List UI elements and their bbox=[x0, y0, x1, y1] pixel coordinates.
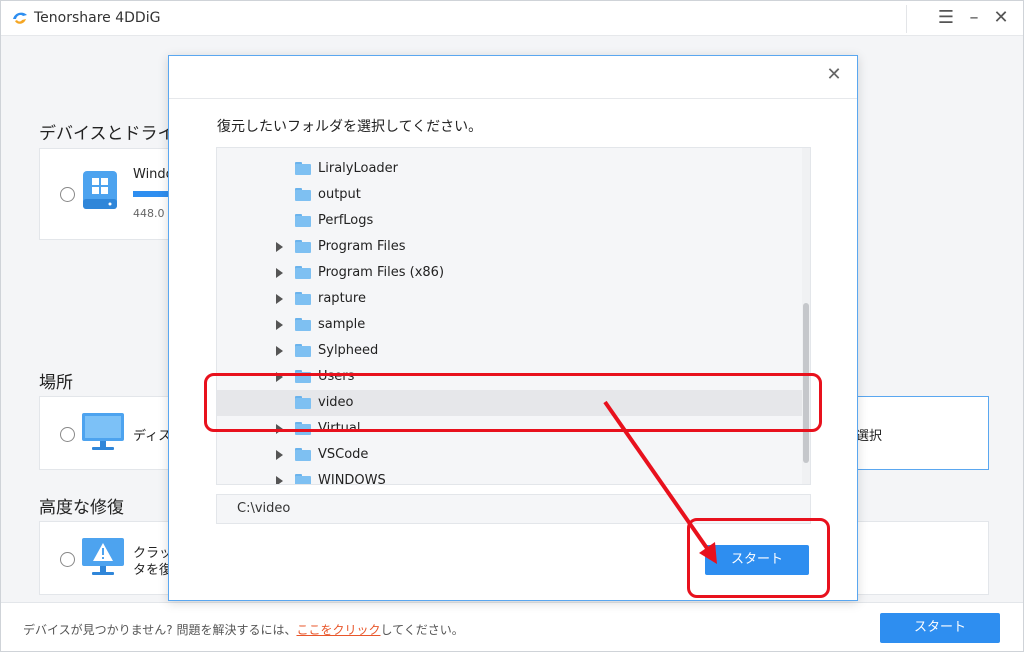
folder-icon bbox=[295, 266, 311, 279]
folder-name: sample bbox=[318, 317, 366, 332]
footer-text-prefix: デバイスが見つかりません? 問題を解決するには、 bbox=[23, 623, 297, 637]
minimize-button[interactable]: – bbox=[963, 7, 985, 29]
folder-row[interactable]: VSCode bbox=[217, 442, 802, 468]
folder-name: rapture bbox=[318, 291, 366, 306]
folder-name: PerfLogs bbox=[318, 213, 374, 228]
expand-arrow-icon[interactable] bbox=[276, 320, 283, 330]
expand-arrow-icon[interactable] bbox=[276, 450, 283, 460]
dialog-start-button[interactable]: スタート bbox=[705, 545, 809, 575]
folder-name: VSCode bbox=[318, 447, 369, 462]
folder-icon bbox=[295, 344, 311, 357]
desktop-card[interactable]: ディス bbox=[39, 396, 181, 470]
folder-row[interactable]: rapture bbox=[217, 286, 802, 312]
folder-row[interactable]: WINDOWS bbox=[217, 468, 802, 485]
drive-radio[interactable] bbox=[60, 187, 75, 202]
folder-name: WINDOWS bbox=[318, 473, 386, 485]
expand-arrow-icon[interactable] bbox=[276, 346, 283, 356]
app-title: Tenorshare 4DDiG bbox=[34, 10, 161, 26]
footer-text-suffix: してください。 bbox=[380, 623, 464, 637]
click-here-link[interactable]: ここをクリック bbox=[296, 623, 380, 637]
title-bar: Tenorshare 4DDiG ☰ – ✕ bbox=[1, 1, 1023, 36]
path-value: C:\video bbox=[237, 501, 291, 516]
folder-name: Program Files bbox=[318, 239, 406, 254]
crash-label-line2: タを復 bbox=[133, 563, 173, 578]
folder-icon bbox=[295, 474, 311, 484]
folder-row[interactable]: Users bbox=[217, 364, 802, 390]
folder-tree[interactable]: WINDOWS VSCode Virtual video Users Sylpheed sa… bbox=[216, 147, 811, 485]
expand-arrow-icon[interactable] bbox=[276, 268, 283, 278]
crash-recovery-card[interactable]: クラッ タを復 bbox=[39, 521, 181, 595]
folder-icon bbox=[295, 188, 311, 201]
folder-name: Sylpheed bbox=[318, 343, 379, 358]
folder-icon bbox=[295, 292, 311, 305]
dialog-header: ✕ bbox=[169, 56, 857, 99]
dialog-close-button[interactable]: ✕ bbox=[823, 64, 845, 86]
folder-name: video bbox=[318, 395, 354, 410]
folder-name: Users bbox=[318, 369, 355, 384]
tree-scrollbar-thumb[interactable] bbox=[803, 303, 809, 463]
folder-icon bbox=[295, 422, 311, 435]
crash-radio[interactable] bbox=[60, 552, 75, 567]
folder-name: Virtual bbox=[318, 421, 361, 436]
dialog-prompt: 復元したいフォルダを選択してください。 bbox=[217, 119, 483, 135]
folder-row[interactable]: Sylpheed bbox=[217, 338, 802, 364]
folder-row[interactable]: Program Files bbox=[217, 234, 802, 260]
path-field[interactable]: C:\video bbox=[216, 494, 811, 524]
expand-arrow-icon[interactable] bbox=[276, 294, 283, 304]
warning-monitor-icon bbox=[82, 538, 124, 575]
folder-icon bbox=[295, 162, 311, 175]
drive-card[interactable]: Windo 448.0 G bbox=[39, 148, 181, 240]
folder-icon bbox=[295, 448, 311, 461]
footer-bar: デバイスが見つかりません? 問題を解決するには、ここをクリックしてください。 ス… bbox=[1, 602, 1023, 651]
folder-icon bbox=[295, 240, 311, 253]
expand-arrow-icon[interactable] bbox=[276, 372, 283, 382]
folder-name: Program Files (x86) bbox=[318, 265, 445, 280]
expand-arrow-icon[interactable] bbox=[276, 242, 283, 252]
menu-icon[interactable]: ☰ bbox=[935, 7, 957, 29]
folder-icon bbox=[295, 214, 311, 227]
folder-name: output bbox=[318, 187, 361, 202]
drive-icon bbox=[83, 171, 117, 209]
tree-scrollbar[interactable] bbox=[802, 148, 810, 484]
desktop-radio[interactable] bbox=[60, 427, 75, 442]
folder-row[interactable]: output bbox=[217, 182, 802, 208]
folder-row[interactable]: Virtual bbox=[217, 416, 802, 442]
titlebar-divider bbox=[906, 5, 907, 33]
folder-name: LiralyLoader bbox=[318, 161, 398, 176]
folder-select-label: 選択 bbox=[856, 429, 883, 444]
folder-icon bbox=[295, 396, 311, 409]
folder-row[interactable]: sample bbox=[217, 312, 802, 338]
footer-help-text: デバイスが見つかりません? 問題を解決するには、ここをクリックしてください。 bbox=[23, 621, 464, 638]
desktop-label: ディス bbox=[133, 429, 172, 444]
close-window-button[interactable]: ✕ bbox=[990, 7, 1012, 29]
folder-row[interactable]: PerfLogs bbox=[217, 208, 802, 234]
folder-icon bbox=[295, 318, 311, 331]
devices-section-title: デバイスとドライ bbox=[39, 124, 175, 144]
expand-arrow-icon[interactable] bbox=[276, 476, 283, 484]
expand-arrow-icon[interactable] bbox=[276, 424, 283, 434]
app-logo-icon bbox=[13, 12, 27, 24]
folder-row[interactable]: LiralyLoader bbox=[217, 156, 802, 182]
advanced-section-title: 高度な修復 bbox=[39, 498, 124, 518]
folder-select-dialog: ✕ 復元したいフォルダを選択してください。 WINDOWS VSCode Virtu… bbox=[168, 55, 858, 601]
main-start-button[interactable]: スタート bbox=[880, 613, 1000, 643]
monitor-icon bbox=[82, 413, 124, 450]
folder-row[interactable]: video bbox=[217, 390, 802, 416]
folder-row[interactable]: Program Files (x86) bbox=[217, 260, 802, 286]
location-section-title: 場所 bbox=[39, 373, 73, 393]
folder-icon bbox=[295, 370, 311, 383]
app-window: Tenorshare 4DDiG ☰ – ✕ デバイスとドライ Windo 44… bbox=[0, 0, 1024, 652]
